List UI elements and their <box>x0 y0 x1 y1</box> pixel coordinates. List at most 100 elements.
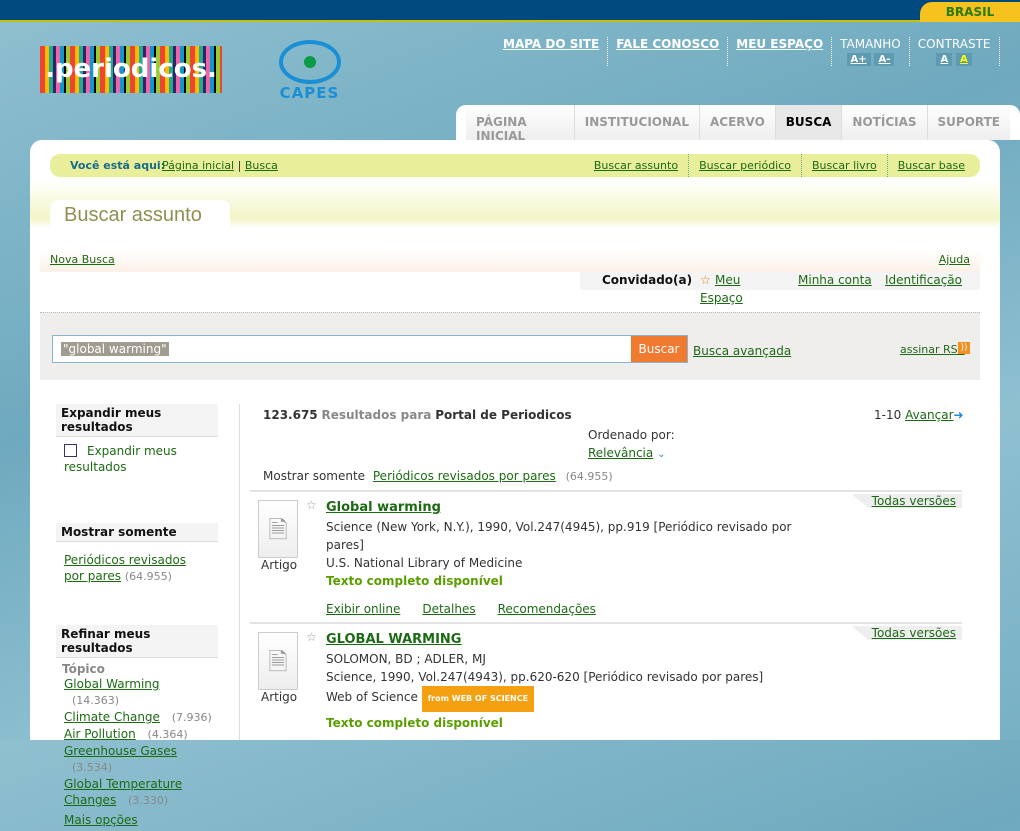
page-title: Buscar assunto <box>50 200 230 230</box>
recommendations-link[interactable]: Recomendações <box>498 602 596 616</box>
star-icon: ☆ <box>700 273 711 287</box>
advanced-search-link[interactable]: Busca avançada <box>693 344 791 358</box>
result-type: Artigo <box>261 690 298 704</box>
topic-item: Greenhouse Gases (3.534) <box>64 743 218 776</box>
view-online-link[interactable]: Exibir online <box>326 602 400 616</box>
buscar-livro-link[interactable]: Buscar livro <box>812 154 877 177</box>
peer-count: (64.955) <box>124 570 172 583</box>
search-options-bar: Nova Busca Ajuda <box>40 250 980 272</box>
contrast-normal-button[interactable]: A <box>936 53 953 66</box>
chevron-down-icon[interactable]: ⌄ <box>657 449 665 460</box>
divider <box>886 154 888 177</box>
tab-pagina-inicial[interactable]: PÁGINA INICIAL <box>466 105 575 143</box>
result-count: 123.675 <box>263 408 318 422</box>
buscar-base-link[interactable]: Buscar base <box>898 154 965 177</box>
result-source: Web of Science <box>326 690 418 704</box>
topic-count: (14.363) <box>72 694 120 707</box>
topic-count: (3.534) <box>72 761 113 774</box>
rss-link[interactable]: assinar RSS <box>900 343 965 356</box>
star-icon[interactable]: ☆ <box>306 630 317 644</box>
user-bar: Convidado(a) ☆ Meu Espaço Minha conta Id… <box>580 272 980 305</box>
sidebar: Expandir meus resultados Expandir meus r… <box>56 404 226 831</box>
topic-item: Global Warming (14.363) <box>64 676 218 709</box>
all-versions-link[interactable]: Todas versões <box>872 494 956 508</box>
peer-count-top: (64.955) <box>565 470 613 483</box>
result-citation: Science, 1990, Vol.247(4943), pp.620-620… <box>326 670 764 684</box>
show-only-title: Mostrar somente <box>56 523 218 542</box>
topic-link[interactable]: Air Pollution <box>64 727 136 741</box>
all-versions-link[interactable]: Todas versões <box>872 626 956 640</box>
fulltext-status: Texto completo disponível <box>326 574 503 588</box>
article-icon[interactable]: 🗎 <box>258 500 298 558</box>
expand-checkbox[interactable] <box>64 444 77 457</box>
capes-logo[interactable]: CAPES <box>272 40 347 106</box>
search-query[interactable]: "global warming" <box>61 342 169 356</box>
tab-acervo[interactable]: ACERVO <box>699 105 776 140</box>
breadcrumb-home[interactable]: Página inicial <box>162 159 234 172</box>
help-link[interactable]: Ajuda <box>939 250 970 270</box>
topic-heading: Tópico <box>62 662 105 676</box>
new-search-link[interactable]: Nova Busca <box>50 253 115 266</box>
result-title[interactable]: Global warming <box>326 500 441 515</box>
topic-link[interactable]: Greenhouse Gases <box>64 744 177 758</box>
my-space-link[interactable]: MEU ESPAÇO <box>728 37 833 66</box>
rss-icon[interactable]: )) <box>958 342 970 354</box>
font-size-control: TAMANHO A+ A- <box>832 37 910 66</box>
utility-links: MAPA DO SITE FALE CONOSCO MEU ESPAÇO TAM… <box>495 37 1000 66</box>
meu-espaco-link[interactable]: Meu <box>715 273 740 287</box>
meu-espaco-link-2[interactable]: Espaço <box>700 291 743 305</box>
tab-noticias[interactable]: NOTÍCIAS <box>842 105 928 140</box>
site-map-link[interactable]: MAPA DO SITE <box>495 37 609 66</box>
result-title[interactable]: GLOBAL WARMING <box>326 632 461 647</box>
tab-suporte[interactable]: SUPORTE <box>927 105 1010 140</box>
breadcrumb-label: Você está aqui: <box>70 159 166 172</box>
article-icon[interactable]: 🗎 <box>258 632 298 690</box>
topic-link[interactable]: Global Warming <box>64 677 160 691</box>
breadcrumb-busca[interactable]: Busca <box>245 159 278 172</box>
topic-count: (3.330) <box>128 794 169 807</box>
next-page-link[interactable]: Avançar <box>905 408 953 422</box>
star-icon[interactable]: ☆ <box>306 498 317 512</box>
peer-reviewed-filter-top[interactable]: Periódicos revisados por pares <box>373 469 556 483</box>
expand-section-title: Expandir meus resultados <box>56 404 218 437</box>
divider <box>801 154 803 177</box>
result-item: 🗎 Artigo ☆ Global warming Science (New Y… <box>250 490 962 624</box>
result-type: Artigo <box>261 558 298 572</box>
my-account-link[interactable]: Minha conta <box>798 273 872 287</box>
result-citation: Science (New York, N.Y.), 1990, Vol.247(… <box>326 520 792 552</box>
topic-link[interactable]: Climate Change <box>64 710 160 724</box>
font-decrease-button[interactable]: A- <box>874 53 895 66</box>
result-source: U.S. National Library of Medicine <box>326 556 523 570</box>
buscar-periodico-link[interactable]: Buscar periódico <box>699 154 791 177</box>
font-increase-button[interactable]: A+ <box>846 53 871 66</box>
contrast-high-button[interactable]: A <box>956 53 972 66</box>
tab-busca[interactable]: BUSCA <box>775 105 843 140</box>
search-input[interactable]: "global warming" Buscar <box>52 335 688 363</box>
result-authors: SOLOMON, BD ; ADLER, MJ <box>326 652 486 666</box>
expand-label: Expandir meus resultados <box>64 444 177 474</box>
search-button[interactable]: Buscar <box>631 336 687 362</box>
sort-select[interactable]: Relevância <box>588 446 653 460</box>
periodicos-logo[interactable]: .periodicos. <box>40 46 222 93</box>
tamanho-label: TAMANHO <box>840 37 901 51</box>
web-of-science-badge[interactable]: from WEB OF SCIENCE <box>421 686 535 712</box>
fulltext-status: Texto completo disponível <box>326 716 503 730</box>
login-link[interactable]: Identificação <box>885 273 962 287</box>
more-options-link[interactable]: Mais opções <box>56 809 226 831</box>
contact-link[interactable]: FALE CONOSCO <box>608 37 729 66</box>
contraste-label: CONTRASTE <box>917 37 991 51</box>
divider <box>239 404 240 740</box>
buscar-assunto-link[interactable]: Buscar assunto <box>594 154 678 177</box>
result-source: Portal de Periodicos <box>435 408 572 422</box>
show-only-label: Mostrar somente <box>263 469 366 483</box>
breadcrumb: Você está aqui: Página inicial | Busca B… <box>50 154 980 177</box>
topic-item: Climate Change (7.936) <box>64 709 218 726</box>
refine-title: Refinar meus resultados <box>56 625 218 658</box>
expand-option[interactable]: Expandir meus resultados <box>56 437 216 481</box>
details-link[interactable]: Detalhes <box>422 602 475 616</box>
arrow-right-icon[interactable]: ➜ <box>954 408 964 422</box>
brasil-link[interactable]: BRASIL <box>920 2 1020 22</box>
capes-text: CAPES <box>279 84 340 102</box>
topic-count: (4.364) <box>147 728 188 741</box>
tab-institucional[interactable]: INSTITUCIONAL <box>574 105 700 140</box>
